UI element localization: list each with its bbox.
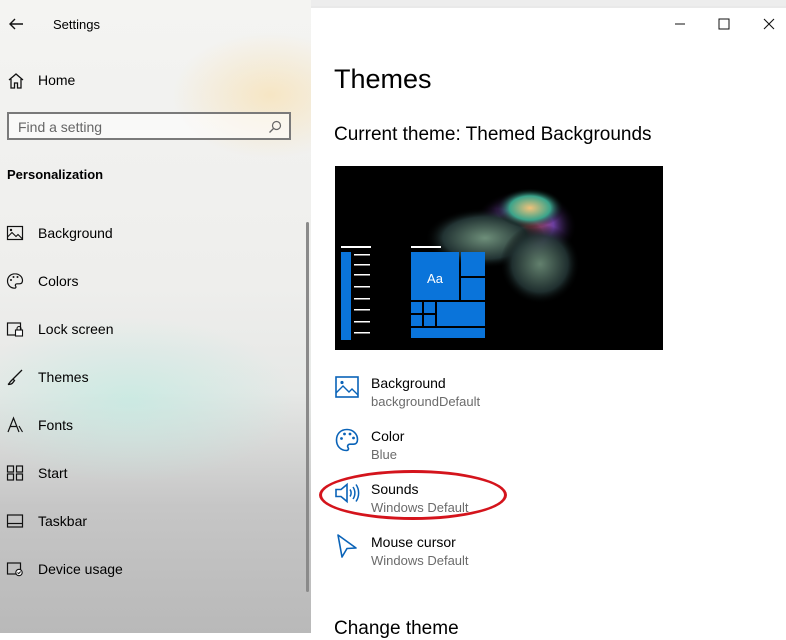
brush-icon — [7, 369, 23, 386]
close-icon — [763, 18, 775, 30]
search-input[interactable] — [18, 119, 258, 135]
sidebar-item-label: Colors — [38, 273, 79, 289]
sidebar-item-start[interactable]: Start — [0, 457, 300, 489]
title-bar-strip-right — [311, 0, 786, 6]
fonts-icon — [7, 416, 23, 433]
cursor-icon — [337, 534, 357, 558]
picture-icon — [335, 376, 359, 398]
home-nav-item[interactable]: Home — [7, 70, 127, 92]
sidebar-item-background[interactable]: Background — [0, 217, 300, 249]
page-title: Themes — [334, 64, 432, 94]
picture-icon — [6, 225, 24, 241]
sidebar-item-label: Fonts — [38, 417, 74, 433]
maximize-button[interactable] — [712, 12, 736, 36]
sidebar-scrollbar[interactable] — [306, 222, 309, 592]
theme-preview: Aa — [335, 166, 663, 350]
close-button[interactable] — [757, 12, 781, 36]
sidebar-item-label: Lock screen — [38, 321, 114, 337]
maximize-icon — [718, 18, 730, 30]
sidebar-item-label: Start — [38, 465, 68, 481]
sidebar-item-device-usage[interactable]: Device usage — [0, 553, 300, 585]
sidebar-item-label: Themes — [38, 369, 89, 385]
section-heading-personalization: Personalization — [7, 167, 104, 182]
theme-property-background[interactable]: Background backgroundDefault — [334, 374, 634, 420]
search-icon[interactable] — [268, 120, 282, 134]
property-value: backgroundDefault — [371, 394, 481, 409]
back-button[interactable] — [6, 14, 26, 34]
minimize-icon — [675, 23, 685, 25]
property-value: Windows Default — [371, 553, 469, 568]
palette-icon — [6, 273, 24, 289]
minimize-button[interactable] — [668, 12, 692, 36]
change-theme-heading: Change theme — [334, 618, 459, 639]
device-usage-icon — [6, 562, 23, 577]
property-title: Color — [371, 428, 405, 444]
theme-property-color[interactable]: Color Blue — [334, 427, 634, 473]
home-icon — [8, 73, 24, 89]
app-title: Settings — [53, 17, 100, 32]
sidebar-item-lock-screen[interactable]: Lock screen — [0, 313, 300, 345]
sidebar-item-taskbar[interactable]: Taskbar — [0, 505, 300, 537]
theme-property-mouse-cursor[interactable]: Mouse cursor Windows Default — [334, 533, 634, 579]
start-icon — [6, 465, 24, 481]
palette-icon — [335, 428, 359, 452]
sounds-annotation-ellipse — [319, 470, 507, 520]
home-label: Home — [38, 72, 76, 88]
property-title: Mouse cursor — [371, 534, 456, 550]
taskbar-icon — [6, 514, 24, 528]
sidebar-item-label: Taskbar — [38, 513, 88, 529]
current-theme-heading: Current theme: Themed Backgrounds — [334, 124, 652, 145]
property-value: Blue — [371, 447, 398, 462]
sidebar-item-fonts[interactable]: Fonts — [0, 409, 300, 441]
preview-sample-text: Aa — [427, 271, 444, 286]
sidebar-item-colors[interactable]: Colors — [0, 265, 300, 297]
theme-preview-image: Aa — [341, 188, 580, 340]
property-title: Background — [371, 375, 446, 391]
search-box[interactable] — [7, 112, 291, 140]
sidebar-item-themes[interactable]: Themes — [0, 361, 300, 393]
lock-screen-icon — [6, 322, 24, 337]
sidebar-item-label: Background — [38, 225, 113, 241]
sidebar-item-label: Device usage — [38, 561, 123, 577]
sidebar: Settings Home Personalization Background… — [0, 0, 311, 633]
back-arrow-icon — [9, 18, 23, 30]
